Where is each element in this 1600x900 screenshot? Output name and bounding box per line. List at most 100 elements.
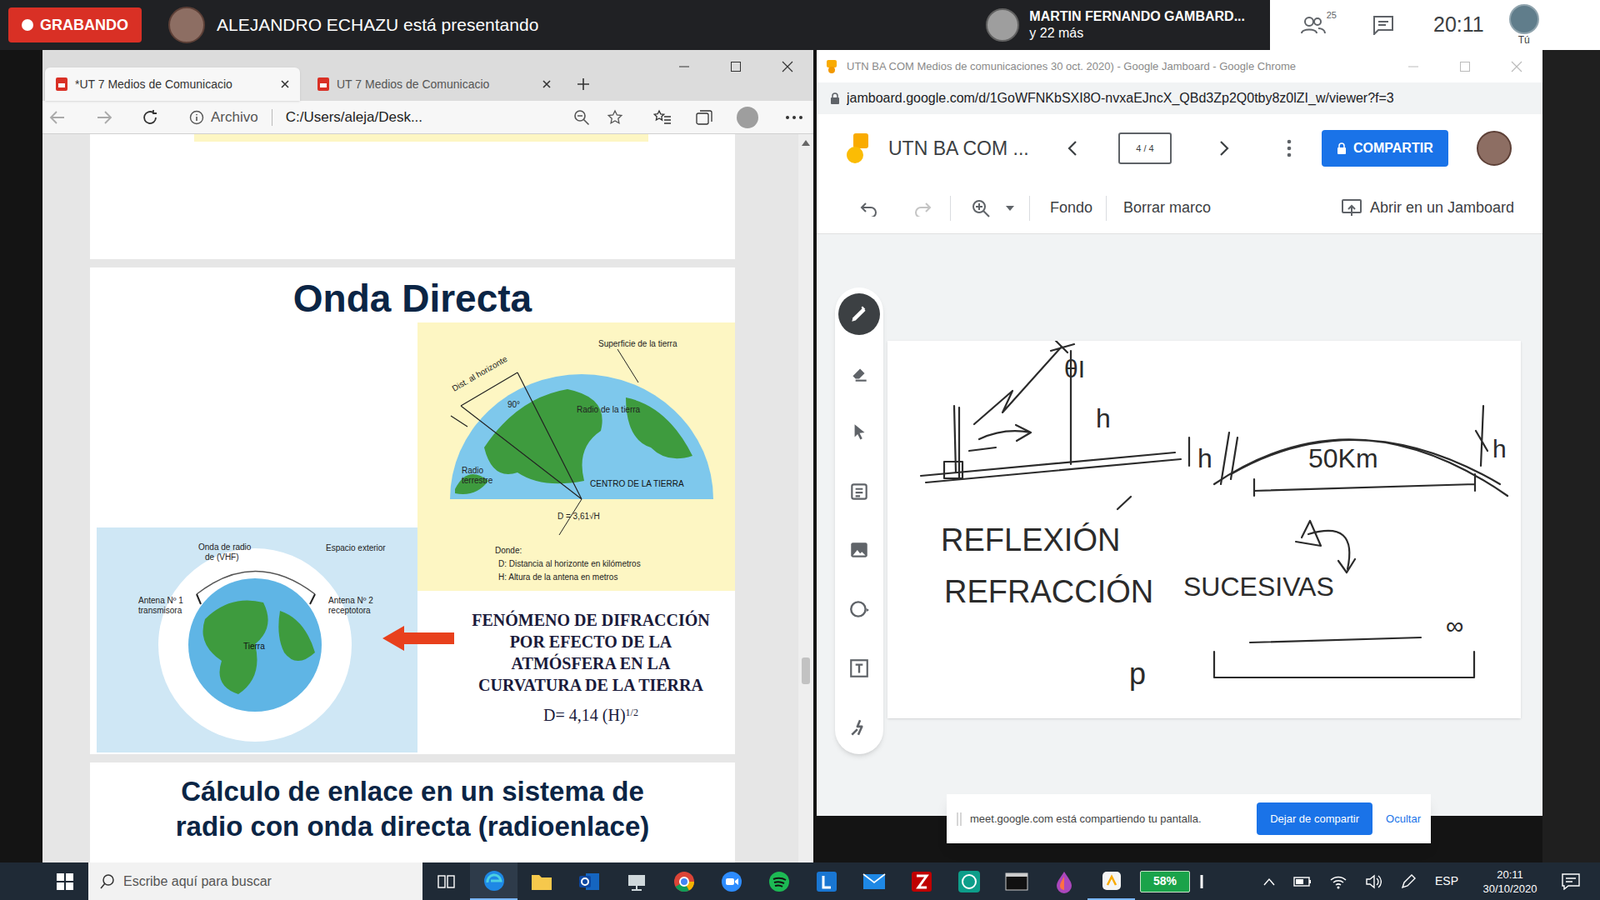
white-app-icon [1100, 870, 1123, 892]
account-avatar-icon[interactable] [1476, 130, 1512, 166]
drop-app-icon [1053, 870, 1075, 894]
participant-name: MARTIN FERNANDO GAMBARD... [1029, 8, 1245, 25]
zoom-icon[interactable] [970, 198, 991, 219]
app-taskbar-button[interactable] [1040, 862, 1088, 900]
refresh-icon[interactable] [140, 108, 160, 127]
search-box[interactable]: Escribe aquí para buscar [88, 862, 423, 900]
sketch: θI h h 50Km h REFLEXIÓN REFRACCIÓN SUCES… [887, 340, 1521, 719]
recording-dot-icon [21, 19, 34, 31]
next-frame-icon[interactable] [1218, 140, 1230, 157]
laser-tool[interactable] [838, 706, 880, 749]
notifications-icon[interactable] [1561, 873, 1580, 890]
info-icon [189, 110, 205, 125]
circle-tool[interactable] [838, 588, 880, 630]
filezilla-icon [910, 870, 933, 893]
chrome-address-bar[interactable]: jamboard.google.com/d/1GoWFNKbSXI8O-nvxa… [816, 82, 1543, 115]
start-button[interactable] [41, 862, 89, 900]
battery-widget[interactable]: 58% [1140, 870, 1190, 893]
page-heading: Cálculo de enlace en un sistema de [180, 774, 645, 810]
image-tool[interactable] [838, 529, 880, 571]
textbox-tool[interactable] [838, 647, 880, 690]
collections-icon[interactable] [695, 109, 714, 126]
language-indicator[interactable]: ESP [1435, 872, 1459, 890]
address-bar[interactable]: Archivo C:/Users/aleja/Desk... [182, 104, 630, 131]
favorites-icon[interactable] [653, 109, 672, 126]
forward-icon[interactable] [94, 109, 115, 126]
scroll-up-icon[interactable] [801, 139, 810, 146]
plus-icon [576, 77, 590, 91]
jam-frame[interactable]: θI h h 50Km h REFLEXIÓN REFRACCIÓN SUCES… [887, 340, 1521, 719]
maximize-button[interactable] [710, 50, 762, 84]
terminal-taskbar-button[interactable] [992, 862, 1040, 900]
pdf-scrollbar[interactable] [798, 134, 814, 863]
wifi-icon[interactable] [1330, 874, 1347, 890]
back-icon[interactable] [47, 109, 68, 126]
participant-chip[interactable]: MARTIN FERNANDO GAMBARD... y 22 más [985, 8, 1270, 42]
volume-icon[interactable] [1365, 874, 1382, 890]
explorer-taskbar-button[interactable] [517, 862, 565, 900]
eraser-tool[interactable] [838, 352, 880, 395]
drag-handle-icon[interactable] [956, 812, 962, 826]
whatsapp-taskbar-button[interactable] [945, 862, 993, 900]
chrome-taskbar-button[interactable] [660, 862, 708, 900]
filezilla-taskbar-button[interactable] [897, 862, 945, 900]
kebab-menu-icon[interactable] [1286, 139, 1292, 158]
task-view-button[interactable] [422, 862, 470, 900]
pdf-page [90, 134, 735, 260]
close-button[interactable] [761, 50, 814, 84]
mail-taskbar-button[interactable] [850, 862, 898, 900]
pdf-icon [316, 76, 330, 92]
background-button[interactable]: Fondo [1045, 196, 1098, 220]
chevron-up-icon[interactable] [1263, 877, 1275, 886]
undo-icon[interactable] [860, 200, 879, 217]
profile-avatar-icon[interactable] [736, 106, 759, 129]
page-heading: Onda Directa [90, 267, 735, 321]
star-icon[interactable] [606, 109, 624, 126]
new-tab-button[interactable] [568, 67, 599, 101]
clock[interactable]: 20:11 30/10/2020 [1476, 867, 1544, 896]
redo-icon[interactable] [913, 200, 932, 217]
close-tab-icon[interactable] [280, 79, 290, 90]
jam-title[interactable]: UTN BA COM ... [888, 134, 1055, 164]
sketch-label: p [1129, 656, 1146, 691]
app-taskbar-button[interactable] [802, 862, 850, 900]
jamboard-toolbar: Fondo Borrar marco Abrir en un Jamboard [816, 182, 1543, 235]
self-tile[interactable]: Tú [1509, 4, 1540, 46]
dropdown-icon[interactable] [1005, 205, 1015, 211]
outlook-taskbar-button[interactable] [565, 862, 613, 900]
clear-frame-button[interactable]: Borrar marco [1118, 196, 1216, 220]
figure-label: D: Distancia al horizonte en kilómetros [498, 559, 641, 569]
pdf-page: Onda Directa Superficie de la tierra D [90, 267, 735, 755]
edge-tab[interactable]: UT 7 Medios de Comunicacio [306, 67, 562, 101]
participants-button[interactable]: 25 [1295, 8, 1332, 42]
select-tool[interactable] [838, 411, 880, 454]
stop-sharing-button[interactable]: Dejar de compartir [1256, 802, 1373, 836]
figure-label: Antena Nº 1 [138, 595, 184, 605]
zoom-taskbar-button[interactable] [707, 862, 755, 900]
pen-tool[interactable] [838, 293, 880, 335]
spotify-taskbar-button[interactable] [755, 862, 803, 900]
share-button[interactable]: COMPARTIR [1321, 130, 1449, 167]
close-tab-icon[interactable] [541, 79, 552, 90]
app-taskbar-button[interactable] [612, 862, 660, 900]
sticky-tool[interactable] [838, 470, 880, 513]
battery-icon[interactable] [1293, 875, 1312, 888]
frame-counter[interactable]: 4 / 4 [1118, 132, 1172, 165]
zoom-icon[interactable] [573, 109, 590, 126]
minimize-button[interactable] [658, 50, 710, 84]
hide-button[interactable]: Ocultar [1385, 810, 1421, 828]
open-in-jamboard-button[interactable]: Abrir en un Jamboard [1341, 196, 1515, 220]
scroll-thumb[interactable] [801, 657, 810, 685]
app-taskbar-button[interactable] [1087, 862, 1135, 900]
close-button[interactable] [1490, 50, 1543, 83]
figure-label: Dist. al horizonte [450, 354, 510, 394]
edge-taskbar-button[interactable] [470, 862, 518, 900]
chat-button[interactable] [1366, 8, 1400, 42]
more-icon[interactable] [785, 115, 804, 120]
maximize-button[interactable] [1439, 50, 1491, 83]
edge-tab[interactable]: *UT 7 Medios de Comunicacio [45, 67, 300, 101]
pen-icon[interactable] [1400, 873, 1417, 890]
vhf-figure: Onda de radio de (VHF) Espacio exterior … [96, 527, 418, 753]
previous-frame-icon[interactable] [1066, 140, 1079, 157]
minimize-button[interactable] [1387, 50, 1440, 83]
